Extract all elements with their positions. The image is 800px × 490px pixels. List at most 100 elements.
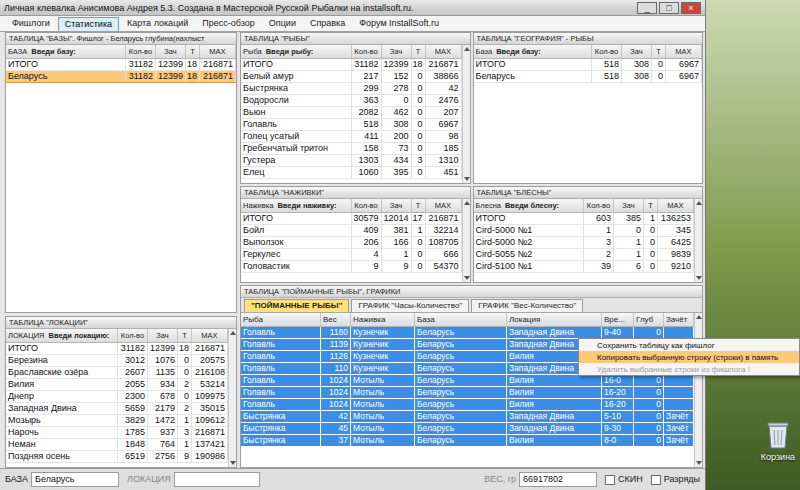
arrow-down-icon[interactable] (695, 274, 703, 282)
filter-field[interactable]: Введи локацию: (48, 329, 109, 342)
table-row[interactable]: ИТОГО311821239918216871 (241, 59, 462, 71)
subtab[interactable]: ГРАФИК "Вес-Количество" (471, 299, 583, 312)
column-header[interactable]: Вес (321, 313, 351, 326)
scrollbar[interactable] (694, 313, 702, 467)
table-row[interactable]: Мозырь382914721109612 (6, 415, 228, 427)
filter-field[interactable]: Введи блесну: (505, 199, 559, 212)
checkbox-box[interactable] (605, 475, 615, 485)
column-header[interactable]: Кол-во (592, 45, 622, 58)
scrollbar[interactable] (462, 199, 470, 282)
filter-field[interactable]: Введи рыбу: (266, 45, 314, 58)
table-row[interactable]: Голец усатый411200098 (241, 131, 462, 143)
table-row[interactable]: ИТОГО51830806967 (474, 59, 703, 71)
column-header[interactable]: База (476, 45, 493, 58)
table-row[interactable]: Березина30121076020575 (6, 355, 228, 367)
column-header[interactable]: MAX (192, 329, 228, 342)
table-row[interactable]: Cird-5100 №139609210 (474, 261, 695, 273)
status-field[interactable]: 66917802 (519, 472, 597, 487)
table-row[interactable]: Быстрянка299278042 (241, 83, 462, 95)
main-tab[interactable]: Фишлоги (6, 17, 56, 31)
scrollbar[interactable] (228, 329, 236, 467)
arrow-up-icon[interactable] (695, 313, 703, 321)
table-row[interactable]: Поздняя осень651927569190986 (6, 451, 228, 463)
column-header[interactable]: Глуб (634, 313, 664, 326)
column-header[interactable]: Наживка (243, 199, 273, 212)
catch-row[interactable]: Быстрянка45МотыльБеларусьЗападная Двина9… (241, 423, 694, 435)
checkbox-box[interactable] (651, 475, 661, 485)
column-header[interactable]: Вре... (602, 313, 634, 326)
main-tab[interactable]: Справка (304, 17, 351, 31)
column-header[interactable]: ЛОКАЦИЯ (8, 329, 44, 342)
status-checkbox[interactable]: Разряды (651, 473, 700, 487)
table-row[interactable]: Нарочь17859373216871 (6, 427, 228, 439)
table-row[interactable]: Елец10603950451 (241, 167, 462, 179)
menu-item[interactable]: Сохранить таблицу как фишлог (579, 339, 799, 351)
table-row[interactable]: Днепр23006780109975 (6, 391, 228, 403)
column-header[interactable]: БАЗА (8, 45, 27, 58)
arrow-up-icon[interactable] (463, 199, 471, 207)
main-tab[interactable]: Опции (263, 17, 302, 31)
column-header[interactable]: Кол-во (118, 329, 148, 342)
column-header[interactable]: Рыба (241, 313, 321, 326)
table-row[interactable]: ИТОГО305791201417216871 (241, 213, 462, 225)
main-tab[interactable]: Пресс-обзор (196, 17, 260, 31)
catch-row[interactable]: Голавль1024МотыльБеларусьВилия16-00 (241, 375, 694, 387)
table-row[interactable]: Cird-5000 №23106425 (474, 237, 695, 249)
table-row[interactable]: Неман18487641137421 (6, 439, 228, 451)
column-header[interactable]: MAX (666, 45, 702, 58)
column-header[interactable]: Т (412, 45, 426, 58)
column-header[interactable]: Т (412, 199, 426, 212)
column-header[interactable]: Кол-во (126, 45, 156, 58)
table-row[interactable]: Cird-5000 №1100345 (474, 225, 695, 237)
table-row[interactable]: Головастик99054370 (241, 261, 462, 273)
window-control[interactable]: _ (637, 2, 657, 14)
column-header[interactable]: Т (186, 45, 200, 58)
table-row[interactable]: Вьюн20824620207 (241, 107, 462, 119)
column-header[interactable]: Кол-во (584, 199, 614, 212)
scrollbar[interactable] (462, 45, 470, 183)
filter-field[interactable]: Введи наживку: (277, 199, 336, 212)
table-row[interactable]: Беларусь51830806967 (474, 71, 703, 83)
table-row[interactable]: Браславские озёра260711350216108 (6, 367, 228, 379)
table-row[interactable]: Вилия2055934253214 (6, 379, 228, 391)
window-control[interactable]: × (681, 2, 701, 14)
status-checkbox[interactable]: СКИН (605, 473, 643, 487)
table-row[interactable]: Выползок2061660108705 (241, 237, 462, 249)
scrollbar[interactable] (694, 199, 702, 282)
table-row[interactable]: Голавль51830806967 (241, 119, 462, 131)
table-row[interactable]: Геркулес410666 (241, 249, 462, 261)
arrow-down-icon[interactable] (695, 459, 703, 467)
column-header[interactable]: MAX (426, 45, 462, 58)
catch-row[interactable]: Голавль1024МотыльБеларусьВилия16-200 (241, 399, 694, 411)
filter-field[interactable]: Введи базу: (31, 45, 76, 58)
column-header[interactable]: Кол-во (352, 199, 382, 212)
arrow-up-icon[interactable] (229, 329, 237, 337)
main-tab[interactable]: Форум InstallSoft.ru (353, 17, 445, 31)
table-row[interactable]: Густера130343431310 (241, 155, 462, 167)
column-header[interactable]: База (415, 313, 507, 326)
arrow-up-icon[interactable] (695, 199, 703, 207)
status-field[interactable] (174, 472, 260, 487)
table-row[interactable]: Cird-5055 №22109839 (474, 249, 695, 261)
subtab[interactable]: "ПОЙМАННЫЕ РЫБЫ" (244, 299, 349, 312)
column-header[interactable]: Т (178, 329, 192, 342)
column-header[interactable]: MAX (200, 45, 236, 58)
main-tab[interactable]: Карта локаций (121, 17, 194, 31)
column-header[interactable]: Блесна (476, 199, 501, 212)
catch-row[interactable]: Быстрянка42МотыльБеларусьЗападная Двина5… (241, 411, 694, 423)
arrow-down-icon[interactable] (463, 175, 471, 183)
column-header[interactable]: Наживка (351, 313, 415, 326)
column-header[interactable]: Локация (507, 313, 602, 326)
column-header[interactable]: Рыба (243, 45, 262, 58)
subtab[interactable]: ГРАФИК "Часы-Количество" (351, 299, 469, 312)
table-row[interactable]: Гребенчатый тритон158730185 (241, 143, 462, 155)
table-row[interactable]: Бойл409381132214 (241, 225, 462, 237)
column-header[interactable]: Зач (622, 45, 652, 58)
desktop-icon[interactable]: Корзина (756, 420, 800, 463)
arrow-down-icon[interactable] (229, 459, 237, 467)
column-header[interactable]: Зач (156, 45, 186, 58)
column-header[interactable]: Т (652, 45, 666, 58)
arrow-up-icon[interactable] (463, 45, 471, 53)
column-header[interactable]: Зачёт (664, 313, 694, 326)
table-row[interactable]: Беларусь311821239918216871 (6, 71, 236, 83)
